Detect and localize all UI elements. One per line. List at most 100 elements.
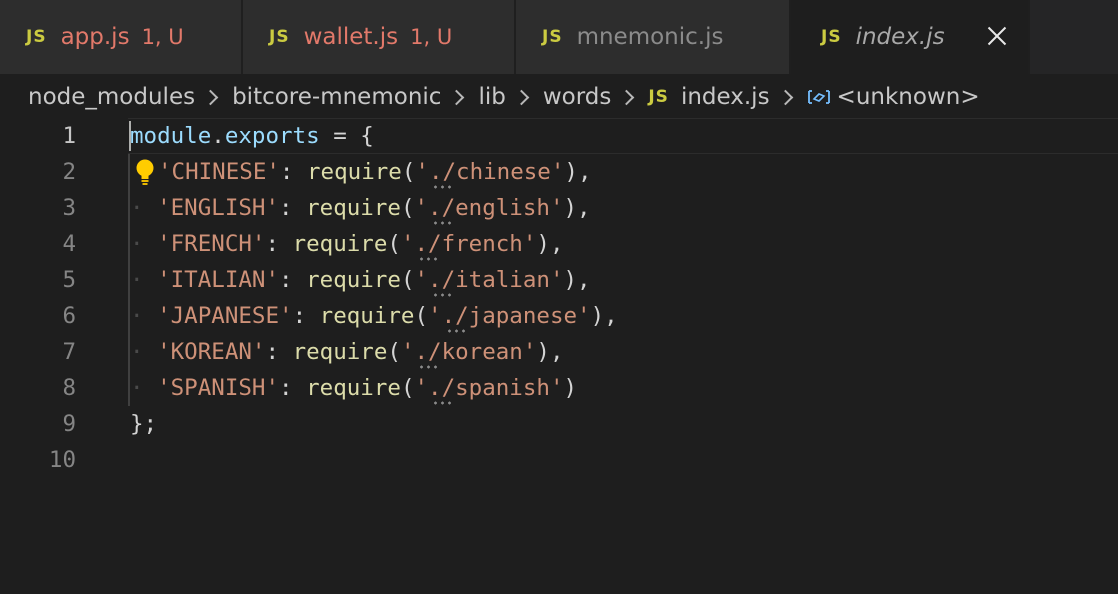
- line-number: 5: [62, 267, 76, 293]
- token-paren: (: [400, 267, 415, 293]
- code-text: · 'ENGLISH': require('./english'),: [130, 195, 591, 221]
- tab-bar-empty-space[interactable]: [1030, 0, 1118, 74]
- token-paren: (: [400, 195, 415, 221]
- code-text: module.exports = {: [130, 118, 374, 154]
- token-assign: = {: [319, 123, 374, 149]
- code-line[interactable]: 9 };: [0, 406, 1118, 442]
- token-trail: ),: [564, 159, 592, 185]
- token-require: require: [306, 267, 401, 293]
- code-line[interactable]: 4 · 'FRENCH': require('./french'),: [0, 226, 1118, 262]
- code-line[interactable]: 6 · 'JAPANESE': require('./japanese'),: [0, 298, 1118, 334]
- code-text: · 'FRENCH': require('./french'),: [130, 231, 564, 257]
- code-line[interactable]: 10: [0, 442, 1118, 478]
- tab-app-js[interactable]: JS app.js 1, U: [0, 0, 243, 74]
- token-trail: ),: [590, 303, 618, 329]
- token-key: 'CHINESE': [158, 159, 280, 185]
- token-require: require: [292, 231, 388, 257]
- token-quote: ': [400, 339, 415, 365]
- breadcrumb: node_modules bitcore-mnemonic lib words …: [28, 78, 980, 116]
- token-quote: ': [549, 267, 564, 293]
- token-quote: ': [428, 303, 442, 329]
- chevron-right-icon: [202, 89, 219, 105]
- token-trail: ),: [536, 231, 564, 257]
- token-path: ./french: [414, 231, 523, 257]
- javascript-file-icon: JS: [821, 27, 842, 47]
- code-text: · 'ITALIAN': require('./italian'),: [130, 267, 591, 293]
- line-number: 3: [62, 195, 76, 221]
- close-icon[interactable]: [982, 21, 1012, 51]
- token-quote: ': [414, 267, 429, 293]
- token-colon: :: [265, 339, 280, 365]
- javascript-file-icon: JS: [542, 27, 563, 47]
- token-trail: ): [563, 375, 578, 401]
- tab-status-badge: 1, U: [410, 25, 453, 49]
- tab-label: mnemonic.js: [576, 24, 724, 50]
- token-quote: ': [522, 231, 537, 257]
- code-line[interactable]: 2 'CHINESE': require('./chinese'),: [0, 154, 1118, 190]
- token-exports: exports: [224, 123, 320, 149]
- token-require: require: [292, 339, 388, 365]
- token-dot: .: [211, 123, 225, 149]
- code-line[interactable]: 8 · 'SPANISH': require('./spanish'): [0, 370, 1118, 406]
- token-require: require: [306, 195, 401, 221]
- token-quote: ': [549, 195, 564, 221]
- line-number: 7: [62, 339, 76, 365]
- javascript-file-icon: JS: [648, 87, 669, 107]
- chevron-right-icon: [777, 89, 793, 105]
- line-number: 2: [62, 159, 76, 185]
- token-colon: :: [279, 195, 293, 221]
- token-colon: :: [279, 267, 293, 293]
- breadcrumb-bitcore-mnemonic[interactable]: bitcore-mnemonic: [232, 84, 441, 110]
- token-colon: :: [265, 231, 280, 257]
- token-paren: (: [387, 339, 401, 365]
- token-paren: (: [387, 231, 401, 257]
- breadcrumb-words[interactable]: words: [543, 84, 612, 110]
- code-line[interactable]: 7 · 'KOREAN': require('./korean'),: [0, 334, 1118, 370]
- code-text: · 'JAPANESE': require('./japanese'),: [130, 303, 618, 329]
- tab-wallet-js[interactable]: JS wallet.js 1, U: [243, 0, 516, 74]
- breadcrumb-file[interactable]: index.js: [681, 84, 770, 110]
- tab-label: app.js: [60, 24, 130, 50]
- token-quote: ': [549, 375, 564, 401]
- code-line[interactable]: 3 · 'ENGLISH': require('./english'),: [0, 190, 1118, 226]
- token-key: 'JAPANESE': [157, 303, 293, 329]
- code-line[interactable]: 5 · 'ITALIAN': require('./italian'),: [0, 262, 1118, 298]
- breadcrumb-symbol[interactable]: <unknown>: [837, 84, 980, 110]
- token-colon: :: [279, 159, 294, 185]
- breadcrumb-lib[interactable]: lib: [478, 84, 505, 110]
- token-key: 'FRENCH': [157, 231, 266, 257]
- token-paren: (: [401, 159, 416, 185]
- lightbulb-icon[interactable]: [133, 158, 157, 186]
- code-editor[interactable]: 1 module.exports = { 2 'CHINESE': requir…: [0, 118, 1118, 594]
- text-cursor: [129, 121, 131, 151]
- token-trail: ),: [563, 195, 591, 221]
- line-number: 10: [48, 447, 76, 473]
- tab-status-badge: 1, U: [141, 25, 184, 49]
- token-path: ./japanese: [441, 303, 578, 329]
- token-quote: ': [577, 303, 591, 329]
- javascript-file-icon: JS: [26, 27, 47, 47]
- token-quote: ': [400, 231, 415, 257]
- line-number: 1: [62, 123, 76, 149]
- token-quote: ': [550, 159, 565, 185]
- tab-index-js[interactable]: JS index.js: [791, 0, 1030, 74]
- code-text: · 'SPANISH': require('./spanish'): [130, 375, 578, 401]
- token-quote: ': [414, 195, 429, 221]
- line-number: 4: [62, 231, 76, 257]
- token-require: require: [306, 375, 401, 401]
- token-key: 'SPANISH': [157, 375, 280, 401]
- token-path: ./english: [428, 195, 550, 221]
- line-number: 8: [62, 375, 76, 401]
- tab-label: wallet.js: [303, 24, 399, 50]
- code-text: };: [130, 411, 158, 437]
- token-colon: :: [292, 303, 307, 329]
- token-path: ./chinese: [428, 159, 551, 185]
- token-key: 'ITALIAN': [157, 267, 280, 293]
- token-require: require: [307, 159, 402, 185]
- code-line[interactable]: 1 module.exports = {: [0, 118, 1118, 154]
- tab-label: index.js: [855, 24, 945, 50]
- breadcrumb-node-modules[interactable]: node_modules: [28, 84, 195, 110]
- token-paren: (: [400, 375, 415, 401]
- chevron-right-icon: [449, 89, 465, 105]
- tab-mnemonic-js[interactable]: JS mnemonic.js: [516, 0, 791, 74]
